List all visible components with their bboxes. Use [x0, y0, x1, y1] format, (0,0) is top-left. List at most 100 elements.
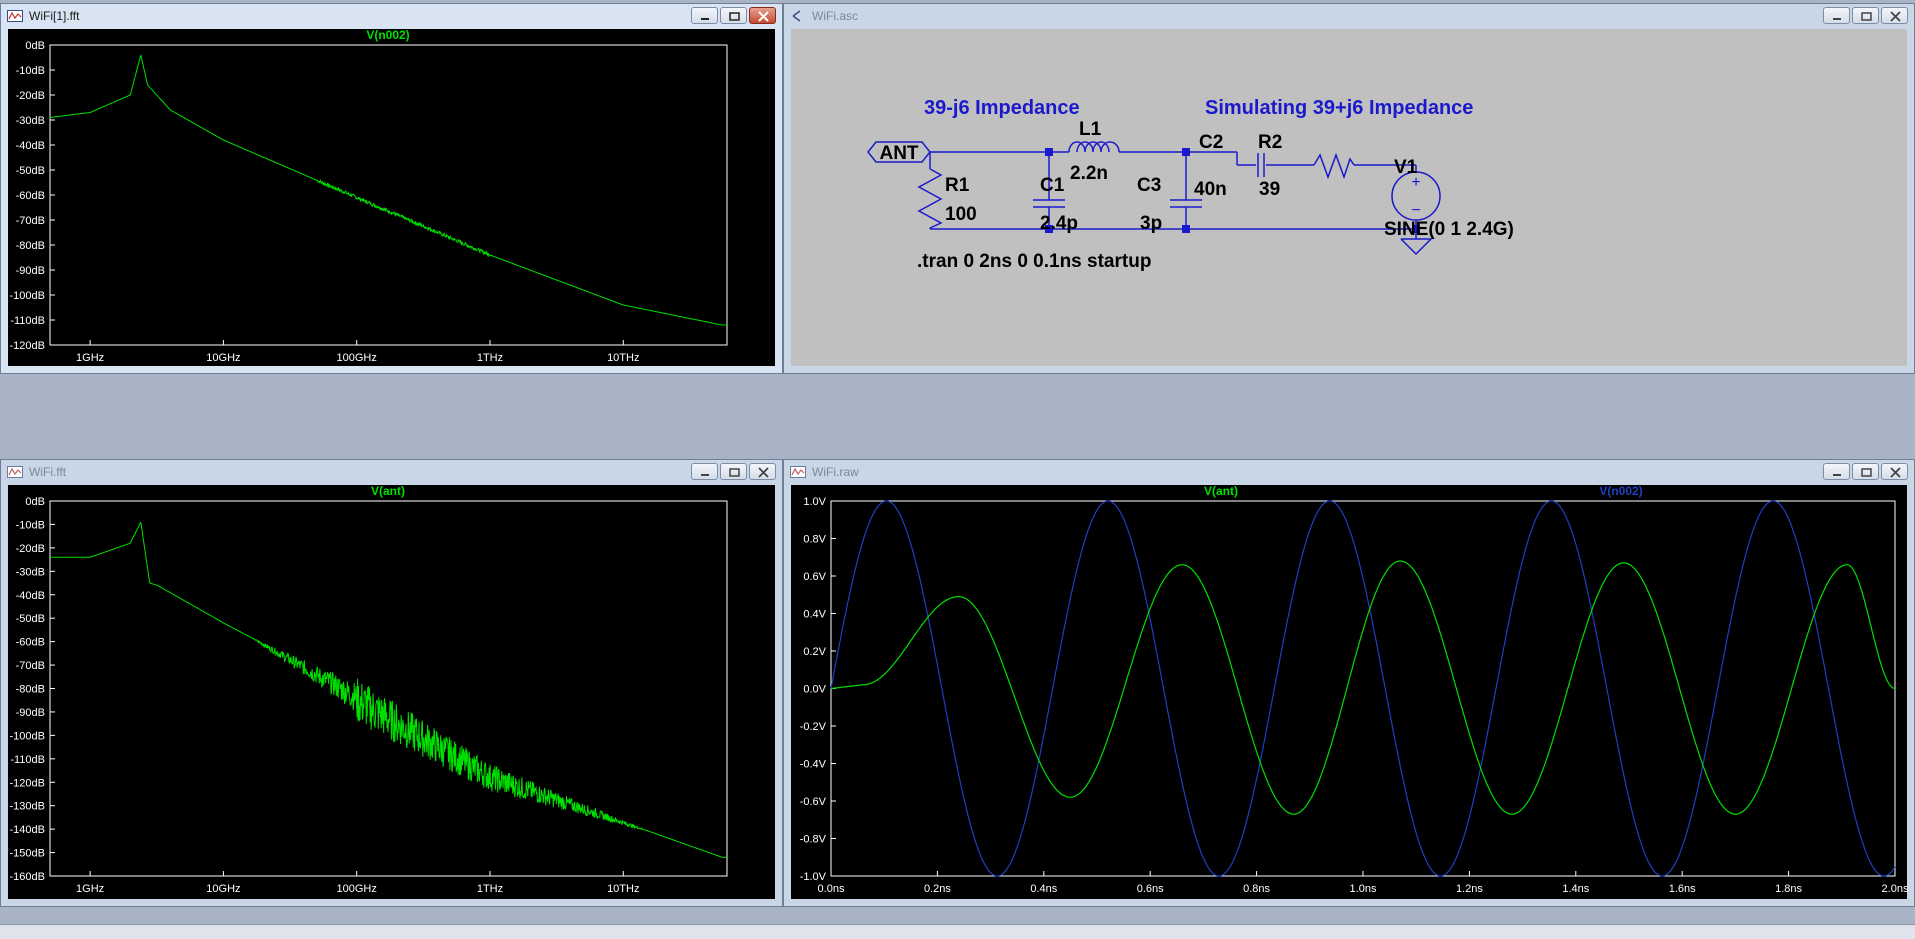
y-tick-label: -140dB: [10, 824, 45, 836]
resistor-r1[interactable]: [917, 168, 943, 229]
raw-window[interactable]: WiFi.raw V(ant) V(n002) 1.0V 0.8V 0.6V 0.4V…: [783, 459, 1915, 907]
y-tick-label: -100dB: [10, 730, 45, 742]
ground-symbol[interactable]: [1400, 238, 1433, 256]
schematic-drawing[interactable]: + − ANT R1 100 C1 2.4p L1 2.2n C3 3p C2 …: [791, 29, 1909, 368]
y-tick-label: -60dB: [16, 190, 45, 202]
y-tick-label: -20dB: [16, 90, 45, 102]
y-tick-label: -40dB: [16, 590, 45, 602]
y-tick-label: -0.6V: [800, 796, 827, 808]
r2-value[interactable]: 39: [1259, 179, 1280, 200]
fft1-chart[interactable]: V(n002) 0dB -10dB -20dB -30dB -40dB -50dB -60d…: [8, 28, 777, 368]
x-tick-label: 0.6ns: [1137, 883, 1164, 895]
x-tick-label: 0.0ns: [818, 883, 845, 895]
trace-label-vant[interactable]: V(ant): [1204, 484, 1238, 498]
x-tick-label: 100GHz: [337, 883, 377, 895]
y-tick-label: -30dB: [16, 566, 45, 578]
y-tick-label: -130dB: [10, 801, 45, 813]
comment-label-right[interactable]: Simulating 39+j6 Impedance: [1205, 97, 1473, 119]
x-tick-label: 0.8ns: [1243, 883, 1270, 895]
c2-value[interactable]: 40n: [1194, 179, 1227, 200]
close-button[interactable]: [1881, 7, 1908, 24]
r2-name[interactable]: R2: [1258, 132, 1282, 153]
spice-directive[interactable]: .tran 0 2ns 0 0.1ns startup: [917, 251, 1151, 272]
fft2-plot-pane[interactable]: V(ant) 0dB -10dB -20dB -30dB -40dB -50dB -60dB…: [8, 484, 777, 901]
r1-value[interactable]: 100: [945, 204, 977, 225]
fft2-chart[interactable]: V(ant) 0dB -10dB -20dB -30dB -40dB -50dB -60dB…: [8, 484, 777, 901]
schematic-titlebar[interactable]: WiFi.asc: [784, 4, 1914, 28]
y-tick-label: -60dB: [16, 637, 45, 649]
minimize-button[interactable]: [1823, 7, 1850, 24]
fft2-titlebar[interactable]: WiFi.fft: [1, 460, 782, 484]
y-tick-label: -150dB: [10, 848, 45, 860]
c3-name[interactable]: C3: [1137, 175, 1161, 196]
v1-minus-sign: −: [1411, 202, 1420, 219]
x-tick-label: 10THz: [607, 883, 639, 895]
close-button[interactable]: [749, 463, 776, 480]
raw-titlebar[interactable]: WiFi.raw: [784, 460, 1914, 484]
fft1-plot-pane[interactable]: V(n002) 0dB -10dB -20dB -30dB -40dB -50dB -60d…: [8, 28, 777, 368]
y-tick-label: -50dB: [16, 165, 45, 177]
resistor-r2[interactable]: [1313, 152, 1355, 180]
close-button[interactable]: [1881, 463, 1908, 480]
window-title: WiFi.raw: [812, 465, 859, 479]
raw-chart[interactable]: V(ant) V(n002) 1.0V 0.8V 0.6V 0.4V 0.2V 0.0V -…: [791, 484, 1909, 901]
x-tick-label: 1.4ns: [1562, 883, 1589, 895]
x-tick-label: 10THz: [607, 352, 639, 364]
schematic-canvas[interactable]: + − ANT R1 100 C1 2.4p L1 2.2n C3 3p C2 …: [791, 29, 1907, 366]
r1-name[interactable]: R1: [945, 175, 970, 196]
maximize-button[interactable]: [1852, 463, 1879, 480]
y-tick-label: -70dB: [16, 660, 45, 672]
trace-label-vn002[interactable]: V(n002): [366, 28, 409, 42]
waveform-app-icon: [7, 466, 23, 478]
y-tick-label: -10dB: [16, 65, 45, 77]
raw-plot-pane[interactable]: V(ant) V(n002) 1.0V 0.8V 0.6V 0.4V 0.2V 0.0V -…: [791, 484, 1909, 901]
fft1-window[interactable]: WiFi[1].fft V(n002) 0dB -10dB -20dB -30dB -4…: [0, 3, 783, 374]
y-tick-label: 0.4V: [803, 609, 826, 621]
trace-line-vn002: [49, 54, 727, 326]
trace-label-vn002[interactable]: V(n002): [1599, 484, 1642, 498]
trace-line-vn002: [830, 500, 1896, 877]
fft2-window[interactable]: WiFi.fft V(ant) 0dB -10dB -20dB -30dB -40dB -…: [0, 459, 783, 907]
l1-value[interactable]: 2.2n: [1070, 163, 1108, 184]
c1-value[interactable]: 2.4p: [1040, 213, 1078, 234]
schematic-window[interactable]: WiFi.asc + − ANT R1 100 C1 2.4p L1 2.2n …: [783, 3, 1915, 374]
v1-value[interactable]: SINE(0 1 2.4G): [1384, 219, 1514, 240]
c1-name[interactable]: C1: [1040, 175, 1065, 196]
fft1-titlebar[interactable]: WiFi[1].fft: [1, 4, 782, 28]
x-tick-label: 0.4ns: [1030, 883, 1057, 895]
y-tick-label: -90dB: [16, 707, 45, 719]
minimize-button[interactable]: [691, 463, 718, 480]
y-tick-label: -70dB: [16, 215, 45, 227]
trace-label-vant[interactable]: V(ant): [371, 484, 405, 498]
y-tick-label: -110dB: [10, 315, 45, 327]
maximize-button[interactable]: [720, 7, 747, 24]
y-tick-label: -50dB: [16, 613, 45, 625]
x-tick-label: 1.0ns: [1350, 883, 1377, 895]
c2-name[interactable]: C2: [1199, 132, 1223, 153]
y-tick-label: -80dB: [16, 684, 45, 696]
v1-name[interactable]: V1: [1394, 157, 1418, 178]
x-tick-label: 1THz: [477, 883, 503, 895]
maximize-button[interactable]: [1852, 7, 1879, 24]
x-tick-label: 1GHz: [76, 883, 104, 895]
taskbar-strip: [0, 924, 1915, 939]
schematic-app-icon: [792, 10, 801, 22]
close-button[interactable]: [749, 7, 776, 24]
waveform-app-icon: [790, 466, 806, 478]
maximize-button[interactable]: [720, 463, 747, 480]
comment-label-left[interactable]: 39-j6 Impedance: [924, 97, 1080, 119]
waveform-app-icon: [7, 10, 23, 22]
minimize-button[interactable]: [1823, 463, 1850, 480]
x-tick-label: 1.2ns: [1456, 883, 1483, 895]
y-tick-label: -90dB: [16, 265, 45, 277]
l1-name[interactable]: L1: [1079, 119, 1102, 140]
x-tick-label: 1GHz: [76, 352, 104, 364]
inductor-l1[interactable]: [1068, 141, 1120, 153]
x-tick-label: 1.8ns: [1775, 883, 1802, 895]
plot-frame: [830, 500, 1896, 877]
y-tick-label: -0.8V: [800, 834, 827, 846]
c3-value[interactable]: 3p: [1140, 213, 1162, 234]
minimize-button[interactable]: [691, 7, 718, 24]
trace-line-vant: [50, 522, 727, 858]
port-label-ant[interactable]: ANT: [879, 143, 918, 164]
